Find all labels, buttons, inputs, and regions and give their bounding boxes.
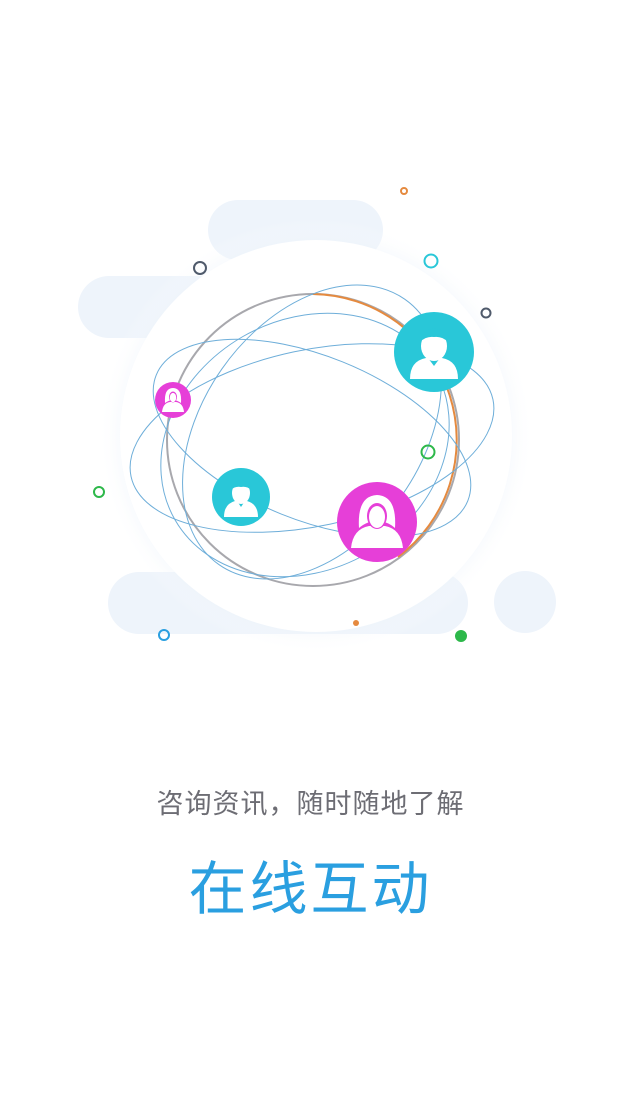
globe bbox=[98, 218, 534, 654]
male-avatar-icon bbox=[394, 312, 474, 392]
onboarding-illustration bbox=[78, 187, 556, 654]
onboarding-subtitle: 咨询资讯，随时随地了解 bbox=[156, 789, 465, 820]
male-avatar-icon bbox=[212, 468, 270, 526]
female-avatar-icon bbox=[337, 482, 417, 562]
onboarding-title: 在线互动 bbox=[188, 855, 433, 923]
female-avatar-icon bbox=[155, 382, 191, 418]
